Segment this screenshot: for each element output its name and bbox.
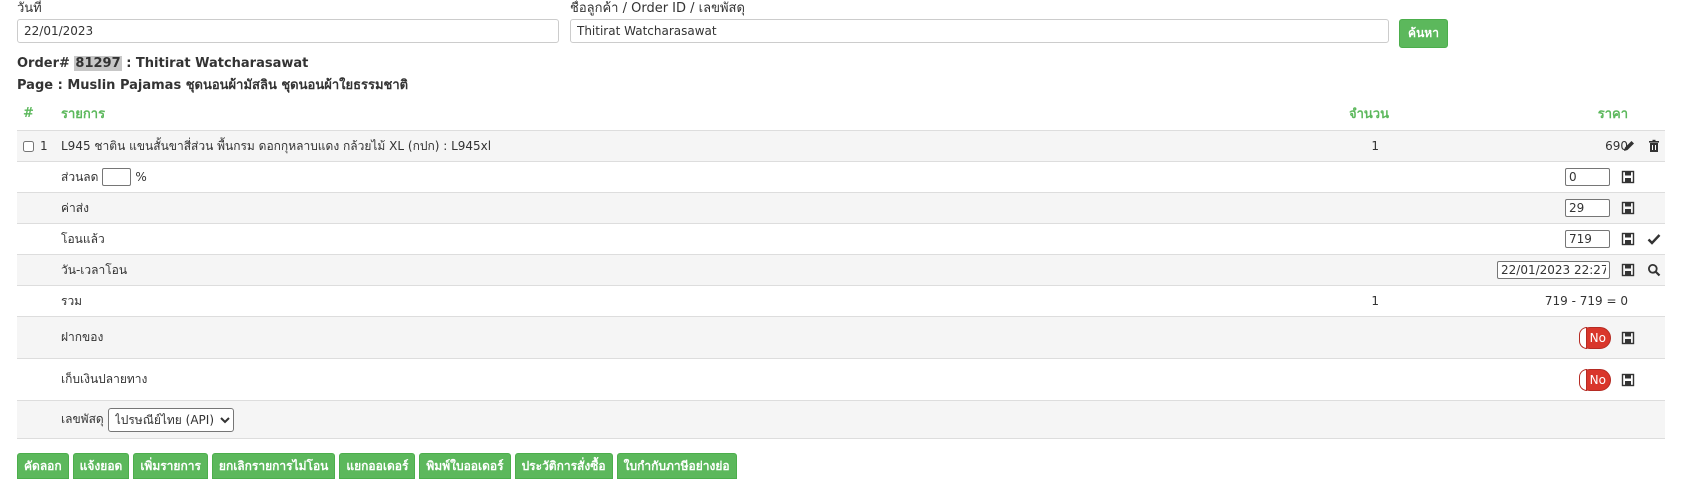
save-icon bbox=[1621, 201, 1635, 215]
notify-total-button[interactable]: แจ้งยอด bbox=[72, 453, 130, 479]
total-label: รวม bbox=[61, 293, 83, 308]
cod-label: เก็บเงินปลายทาง bbox=[61, 372, 148, 386]
order-page: Page : Muslin Pajamas ชุดนอนผ้ามัสลิน ชุ… bbox=[17, 78, 409, 93]
copy-button[interactable]: คัดลอก bbox=[17, 453, 69, 479]
cod-row: เก็บเงินปลายทาง No bbox=[17, 358, 1665, 400]
date-label: วันที่ bbox=[17, 1, 42, 16]
transfer-time-label: วัน-เวลาโอน bbox=[61, 262, 128, 277]
transfer-time-input[interactable] bbox=[1497, 261, 1610, 279]
shipping-label: ค่าส่ง bbox=[61, 200, 89, 215]
discount-input[interactable] bbox=[1565, 168, 1610, 186]
deposit-toggle-label: No bbox=[1589, 330, 1606, 345]
transfer-time-row: วัน-เวลาโอน bbox=[17, 254, 1665, 285]
save-discount-button[interactable] bbox=[1621, 162, 1635, 192]
tracking-row: เลขพัสดุ ไปรษณีย์ไทย (API) bbox=[17, 400, 1665, 439]
percent-sign: % bbox=[135, 170, 147, 184]
order-id: 81297 bbox=[74, 56, 122, 71]
pencil-icon bbox=[1624, 141, 1634, 151]
table-header-row: # รายการ จำนวน ราคา bbox=[17, 97, 1665, 130]
save-shipping-button[interactable] bbox=[1621, 193, 1635, 223]
total-summary: 719 - 719 = 0 bbox=[1544, 294, 1628, 308]
date-input[interactable] bbox=[17, 19, 559, 43]
item-checkbox[interactable] bbox=[23, 140, 34, 152]
deposit-row: ฝากของ No bbox=[17, 316, 1665, 358]
edit-item-button[interactable] bbox=[1622, 131, 1636, 161]
transferred-row: โอนแล้ว bbox=[17, 223, 1665, 254]
discount-percent-input[interactable] bbox=[102, 168, 132, 186]
check-icon bbox=[1647, 234, 1661, 245]
split-order-button[interactable]: แยกออเดอร์ bbox=[339, 453, 416, 479]
save-icon bbox=[1621, 232, 1635, 246]
item-name: L945 ชาติน แขนสั้นขาสี่ส่วน พื้นกรม ดอกก… bbox=[61, 138, 492, 153]
header-item: รายการ bbox=[61, 107, 106, 122]
print-order-button[interactable]: พิมพ์ใบออเดอร์ bbox=[419, 453, 511, 479]
save-icon bbox=[1621, 373, 1635, 386]
order-customer: : Thitirat Watcharasawat bbox=[126, 56, 309, 71]
order-items-table: # รายการ จำนวน ราคา 1 L945 ชาติน แขนสั้น… bbox=[17, 97, 1665, 439]
discount-row: ส่วนลด % bbox=[17, 161, 1665, 192]
item-qty: 1 bbox=[1371, 139, 1379, 153]
save-transfer-time-button[interactable] bbox=[1621, 255, 1635, 285]
shipping-input[interactable] bbox=[1565, 199, 1610, 217]
table-row: 1 L945 ชาติน แขนสั้นขาสี่ส่วน พื้นกรม ดอ… bbox=[17, 130, 1665, 161]
tracking-label: เลขพัสดุ bbox=[61, 412, 104, 426]
save-icon bbox=[1621, 263, 1635, 277]
save-transferred-button[interactable] bbox=[1621, 224, 1635, 254]
deposit-label: ฝากของ bbox=[61, 330, 104, 344]
customer-search-input[interactable] bbox=[570, 19, 1389, 43]
action-bar: คัดลอก แจ้งยอด เพิ่มรายการ ยกเลิกรายการไ… bbox=[17, 453, 737, 479]
order-history-button[interactable]: ประวัติการสั่งซื้อ bbox=[514, 453, 613, 479]
add-item-button[interactable]: เพิ่มรายการ bbox=[133, 453, 208, 479]
order-title: Order# 81297 : Thitirat Watcharasawat bbox=[17, 56, 308, 71]
total-row: รวม 1 719 - 719 = 0 bbox=[17, 285, 1665, 316]
total-qty: 1 bbox=[1371, 294, 1379, 308]
cod-toggle[interactable]: No bbox=[1579, 368, 1611, 391]
shipping-row: ค่าส่ง bbox=[17, 192, 1665, 223]
search-icon bbox=[1648, 264, 1661, 277]
cancel-unpaid-button[interactable]: ยกเลิกรายการไม่โอน bbox=[211, 453, 336, 479]
cod-toggle-label: No bbox=[1589, 372, 1606, 387]
deposit-toggle[interactable]: No bbox=[1579, 326, 1611, 349]
transferred-input[interactable] bbox=[1565, 230, 1610, 248]
carrier-select[interactable]: ไปรษณีย์ไทย (API) bbox=[107, 407, 234, 432]
header-index: # bbox=[23, 106, 34, 121]
transferred-label: โอนแล้ว bbox=[61, 231, 105, 246]
customer-label: ชื่อลูกค้า / Order ID / เลขพัสดุ bbox=[570, 1, 745, 16]
item-price: 690 bbox=[1605, 139, 1628, 153]
delete-item-button[interactable] bbox=[1647, 131, 1661, 161]
header-qty: จำนวน bbox=[1349, 107, 1389, 122]
save-cod-button[interactable] bbox=[1621, 359, 1635, 400]
item-index: 1 bbox=[40, 139, 48, 153]
save-icon bbox=[1621, 331, 1635, 344]
lookup-transfer-button[interactable] bbox=[1647, 255, 1661, 285]
header-price: ราคา bbox=[1597, 107, 1628, 122]
save-deposit-button[interactable] bbox=[1621, 317, 1635, 358]
tax-invoice-button[interactable]: ใบกำกับภาษีอย่างย่อ bbox=[616, 453, 737, 479]
trash-icon bbox=[1649, 139, 1659, 152]
save-icon bbox=[1621, 170, 1635, 184]
confirm-transfer-button[interactable] bbox=[1647, 224, 1661, 254]
search-button[interactable]: ค้นหา bbox=[1399, 19, 1448, 48]
discount-label: ส่วนลด bbox=[61, 169, 99, 184]
order-prefix: Order# bbox=[17, 56, 70, 71]
